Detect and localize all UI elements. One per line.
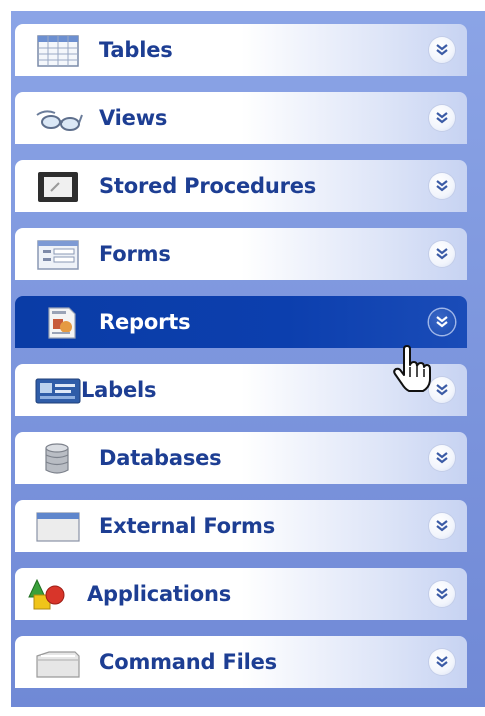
report-icon	[35, 307, 83, 339]
chevron-down-icon[interactable]	[429, 377, 455, 403]
nav-item-applications[interactable]: Applications	[15, 568, 467, 620]
chevron-down-icon[interactable]	[429, 241, 455, 267]
nav-item-label: Views	[99, 106, 168, 130]
hand-pointer-icon	[392, 345, 432, 393]
chevron-down-icon[interactable]	[429, 105, 455, 131]
nav-item-command-files[interactable]: Command Files	[15, 636, 467, 688]
nav-item-label: Stored Procedures	[99, 174, 317, 198]
chevron-down-icon[interactable]	[429, 649, 455, 675]
nav-item-label: Tables	[99, 38, 173, 62]
nav-item-label: Databases	[99, 446, 222, 470]
chevron-down-icon[interactable]	[429, 513, 455, 539]
chevron-down-icon[interactable]	[429, 581, 455, 607]
folder-icon	[35, 647, 83, 679]
form-icon	[35, 239, 83, 271]
window-icon	[35, 511, 83, 543]
chevron-down-icon[interactable]	[429, 309, 455, 335]
nav-item-forms[interactable]: Forms	[15, 228, 467, 280]
nav-item-label: Forms	[99, 242, 171, 266]
nav-item-tables[interactable]: Tables	[15, 24, 467, 76]
label-card-icon	[35, 375, 83, 407]
nav-item-external-forms[interactable]: External Forms	[15, 500, 467, 552]
chevron-down-icon[interactable]	[429, 37, 455, 63]
nav-item-label: Command Files	[99, 650, 277, 674]
chevron-down-icon[interactable]	[429, 173, 455, 199]
database-icon	[35, 443, 83, 475]
nav-item-label: Applications	[87, 582, 232, 606]
chevron-down-icon[interactable]	[429, 445, 455, 471]
nav-item-label: Reports	[99, 310, 191, 334]
nav-item-views[interactable]: Views	[15, 92, 467, 144]
shapes-icon	[25, 578, 73, 611]
display-icon	[35, 171, 83, 203]
nav-item-stored-procedures[interactable]: Stored Procedures	[15, 160, 467, 212]
nav-item-label: External Forms	[99, 514, 276, 538]
nav-item-reports[interactable]: Reports	[15, 296, 467, 348]
nav-item-label: Labels	[81, 378, 157, 402]
nav-item-databases[interactable]: Databases	[15, 432, 467, 484]
glasses-icon	[35, 103, 83, 135]
table-icon	[35, 35, 83, 67]
